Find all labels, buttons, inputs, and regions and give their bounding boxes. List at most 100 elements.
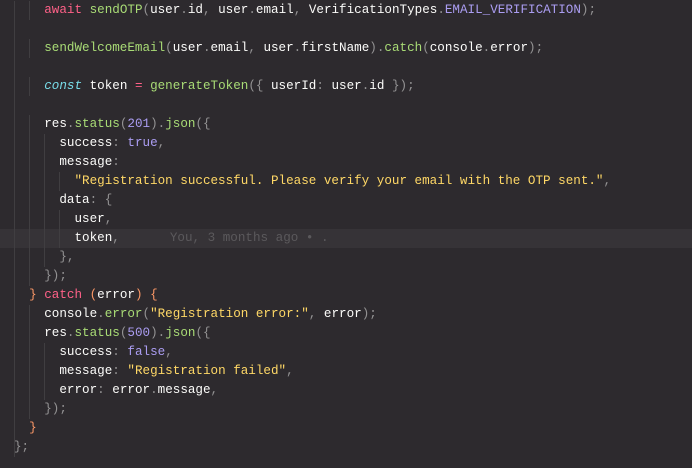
code-editor[interactable]: await sendOTP(user.id, user.email, Verif… [0,0,692,457]
code-token: "Registration error:" [150,307,309,321]
code-token: : [112,155,120,169]
code-token: 201 [127,117,151,131]
code-token: message [157,383,211,397]
code-token: . [437,3,445,17]
indent-guide [29,305,30,324]
code-token: await [44,3,83,17]
code-token: message [59,155,113,169]
indent-guide [44,191,45,210]
code-token: id [187,3,203,17]
code-token: data [59,193,90,207]
code-line[interactable]: user, [0,210,692,229]
code-line[interactable]: message: [0,153,692,172]
indent-guide [14,210,15,229]
indent-guide [29,1,30,20]
code-token: firstName [301,41,370,55]
code-token: } [29,288,37,302]
indent-guide [44,343,45,362]
code-token: , [165,345,173,359]
code-token: status [74,117,120,131]
code-token: : [97,383,113,397]
code-line[interactable]: }, [0,248,692,267]
indent-guide [29,172,30,191]
indent-guide [44,381,45,400]
indent-guide [29,191,30,210]
code-token: id [369,79,385,93]
indent-guide [14,1,15,20]
code-token: : { [89,193,113,207]
code-line[interactable]: success: true, [0,134,692,153]
code-token: console [429,41,483,55]
code-token: = [134,79,143,93]
indent-guide [14,248,15,267]
code-token: res [44,117,67,131]
indent-guide [59,172,60,191]
indent-guide [29,77,30,96]
code-token: , [157,136,166,150]
code-line[interactable]: res.status(201).json({ [0,115,692,134]
code-token: message [59,364,113,378]
indent-guide [29,229,30,248]
code-token: "Registration failed" [127,364,287,378]
code-token: userId [271,79,317,93]
code-line[interactable]: await sendOTP(user.id, user.email, Verif… [0,1,692,20]
code-token: { [150,288,158,302]
code-line[interactable] [0,20,692,39]
code-line[interactable]: } catch (error) { [0,286,692,305]
code-token: sendWelcomeEmail [44,41,166,55]
indent-guide [14,267,15,286]
code-token: , [210,383,219,397]
code-token: catch [384,41,423,55]
indent-guide [14,381,15,400]
code-line[interactable] [0,58,692,77]
indent-guide [29,324,30,343]
code-line[interactable]: } [0,419,692,438]
code-line[interactable]: const token = generateToken({ userId: us… [0,77,692,96]
code-token: json [165,326,196,340]
code-line[interactable]: }); [0,400,692,419]
code-token: , [603,174,612,188]
code-line[interactable] [0,96,692,115]
code-token: , [308,307,324,321]
code-line[interactable]: "Registration successful. Please verify … [0,172,692,191]
code-line[interactable]: res.status(500).json({ [0,324,692,343]
indent-guide [14,115,15,134]
code-line[interactable]: console.error("Registration error:", err… [0,305,692,324]
code-line[interactable]: }); [0,267,692,286]
code-token: ); [361,307,377,321]
code-token: ({ [195,326,211,340]
code-line-current[interactable]: token, You, 3 months ago • . [0,229,692,248]
code-token: user [218,3,249,17]
code-token: , [286,364,294,378]
code-line[interactable]: success: false, [0,343,692,362]
code-line[interactable]: sendWelcomeEmail(user.email, user.firstN… [0,39,692,58]
code-line[interactable]: data: { [0,191,692,210]
code-token: sendOTP [89,3,143,17]
indent-guide [29,381,30,400]
indent-guide [44,210,45,229]
code-token: ( [422,41,430,55]
indent-guide [44,153,45,172]
code-token: : [112,364,128,378]
code-token: ( [142,3,151,17]
code-token: token [74,231,113,245]
indent-guide [59,210,60,229]
code-token: . [97,307,105,321]
code-token: : [112,136,128,150]
indent-guide [14,324,15,343]
code-token: . [180,3,188,17]
indent-guide [14,39,15,58]
indent-guide [14,153,15,172]
code-token: email [255,3,294,17]
code-line[interactable]: message: "Registration failed", [0,362,692,381]
indent-guide [29,248,30,267]
code-line[interactable]: error: error.message, [0,381,692,400]
code-line[interactable]: }; [0,438,692,457]
git-blame-annotation: You, 3 months ago • . [169,231,329,245]
indent-guide [29,115,30,134]
